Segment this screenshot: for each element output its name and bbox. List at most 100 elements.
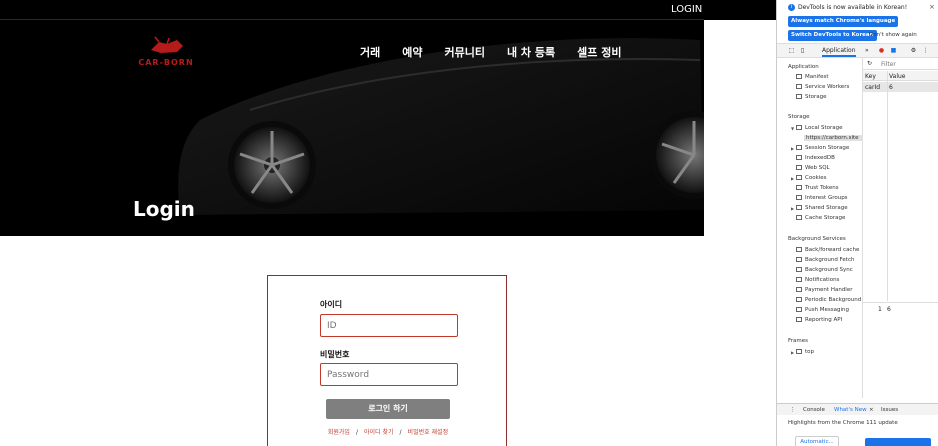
nav-item-self-repair[interactable]: 셀프 정비 (577, 44, 621, 60)
password-input[interactable] (320, 363, 458, 386)
sidebar-item-manifest[interactable]: Manifest (796, 74, 828, 80)
close-tab-icon[interactable]: × (869, 407, 874, 413)
sidebar-item-cache-storage[interactable]: Cache Storage (796, 215, 845, 221)
find-id-link[interactable]: 아이디 찾기 (364, 429, 394, 436)
nav-item-reservation[interactable]: 예약 (402, 44, 422, 60)
bull-logo-icon (151, 36, 183, 53)
sidebar-item-session-storage[interactable]: Session Storage (796, 145, 849, 151)
password-label: 비밀번호 (320, 350, 350, 359)
sidebar-item-local-storage[interactable]: Local Storage (796, 125, 843, 131)
database-icon (796, 165, 802, 170)
sidebar-item-cookies[interactable]: Cookies (796, 175, 827, 181)
expand-right-icon[interactable]: ▶ (791, 146, 794, 151)
infobar-message: DevTools is now available in Korean! (798, 4, 908, 11)
expand-right-icon[interactable]: ▶ (791, 206, 794, 211)
website: LOGIN CAR-BORN 거래 예약 커뮤니티 내 차 등록 셀프 정비 L… (0, 0, 776, 446)
expand-right-icon[interactable]: ▶ (791, 350, 794, 355)
section-frames: Frames (788, 338, 809, 344)
column-header-value[interactable]: Value (889, 73, 905, 80)
cookie-icon (796, 175, 802, 180)
expand-right-icon[interactable]: ▶ (791, 176, 794, 181)
cell-key: carId (865, 84, 881, 91)
nav-item-register-car[interactable]: 내 차 등록 (507, 44, 555, 60)
drawer-menu-icon[interactable]: ⋮ (790, 407, 796, 413)
sidebar-item-storage[interactable]: Storage (796, 94, 827, 100)
sidebar-item-push-messaging[interactable]: Push Messaging (796, 307, 849, 313)
login-form: 아이디 비밀번호 로그인 하기 회원가입 / 아이디 찾기 / 비밀번호 재설정 (267, 275, 507, 446)
more-tabs-icon[interactable]: » (865, 47, 869, 54)
info-icon: i (788, 4, 795, 11)
tab-whats-new[interactable]: What's New (834, 407, 867, 413)
switch-korean-button[interactable]: Switch DevTools to Korean (788, 30, 877, 41)
drawer-tabs: ⋮ Console What's New × Issues (777, 403, 938, 415)
tab-console[interactable]: Console (803, 407, 825, 413)
sync-icon (796, 267, 802, 272)
message-icon[interactable]: ■ (890, 47, 897, 54)
logo-text: CAR-BORN (138, 58, 194, 67)
tab-issues[interactable]: Issues (881, 407, 898, 413)
gear-icon[interactable]: ⚙ (910, 47, 917, 54)
inspect-icon[interactable]: ⬚ (788, 47, 795, 54)
sidebar-item-interest-groups[interactable]: Interest Groups (796, 195, 848, 201)
table-row[interactable]: carId 6 (863, 82, 938, 92)
sidebar-item-background-fetch[interactable]: Background Fetch (796, 257, 854, 263)
match-language-button[interactable]: Always match Chrome's language (788, 16, 899, 27)
cell-value: 6 (889, 84, 893, 91)
kebab-menu-icon[interactable]: ⋮ (922, 47, 929, 54)
language-infobar: i DevTools is now available in Korean! ×… (777, 0, 938, 44)
sidebar-item-trust-tokens[interactable]: Trust Tokens (796, 185, 839, 191)
filter-bar: ↻ Filter (863, 58, 938, 70)
reset-password-link[interactable]: 비밀번호 재설정 (408, 429, 449, 436)
sidebar-item-payment-handler[interactable]: Payment Handler (796, 287, 852, 293)
device-toolbar-icon[interactable]: ▯ (799, 47, 806, 54)
column-header-key[interactable]: Key (865, 73, 876, 80)
file-icon (796, 247, 802, 252)
clock-icon (796, 297, 802, 302)
database-icon (796, 215, 802, 220)
login-submit-button[interactable]: 로그인 하기 (326, 399, 450, 419)
preview-divider (863, 302, 938, 303)
sidebar-item-service-workers[interactable]: Service Workers (796, 84, 849, 90)
top-login-link[interactable]: LOGIN (671, 4, 702, 15)
file-icon (796, 317, 802, 322)
sidebar-item-background-sync[interactable]: Background Sync (796, 267, 853, 273)
filter-input[interactable]: Filter (881, 61, 896, 68)
error-icon[interactable]: ● (878, 47, 885, 54)
sidebar-item-bfcache[interactable]: Back/forward cache (796, 247, 859, 253)
devtools-panel: i DevTools is now available in Korean! ×… (776, 0, 938, 446)
logo[interactable]: CAR-BORN (137, 36, 195, 70)
database-icon (796, 155, 802, 160)
database-icon (796, 94, 802, 99)
nav-item-community[interactable]: 커뮤니티 (445, 44, 485, 60)
sidebar-item-web-sql[interactable]: Web SQL (796, 165, 830, 171)
screen: LOGIN CAR-BORN 거래 예약 커뮤니티 내 차 등록 셀프 정비 L… (0, 0, 938, 446)
tab-application[interactable]: Application (822, 47, 856, 57)
frame-icon (796, 349, 802, 354)
nav-item-trade[interactable]: 거래 (360, 44, 380, 60)
sidebar-item-frame-top[interactable]: top (796, 349, 814, 355)
preview-value: 6 (887, 306, 891, 313)
sidebar-item-shared-storage[interactable]: Shared Storage (796, 205, 848, 211)
expand-down-icon[interactable]: ▼ (791, 126, 794, 131)
card-icon (796, 287, 802, 292)
signup-link[interactable]: 회원가입 (328, 429, 350, 436)
sidebar-item-local-origin[interactable]: https://carborn.site (804, 135, 863, 141)
sync-icon (796, 257, 802, 262)
sidebar-item-periodic-background[interactable]: Periodic Background (796, 297, 861, 303)
learn-more-button[interactable] (865, 438, 931, 446)
application-sidebar: Application Manifest Service Workers Sto… (777, 58, 863, 398)
refresh-icon[interactable]: ↻ (867, 60, 872, 67)
sidebar-item-notifications[interactable]: Notifications (796, 277, 839, 283)
close-icon[interactable]: × (929, 3, 935, 11)
dont-show-again-button[interactable]: Don't show again (869, 32, 917, 38)
header-divider (0, 19, 704, 20)
whats-new-heading: Highlights from the Chrome 111 update (788, 420, 898, 426)
bell-icon (796, 277, 802, 282)
sidebar-item-indexeddb[interactable]: IndexedDB (796, 155, 835, 161)
sidebar-item-reporting-api[interactable]: Reporting API (796, 317, 842, 323)
section-background-services: Background Services (788, 236, 846, 242)
section-storage: Storage (788, 114, 810, 120)
automatic-button[interactable]: Automatic... (795, 436, 839, 446)
id-input[interactable] (320, 314, 458, 337)
gear-icon (796, 84, 802, 89)
